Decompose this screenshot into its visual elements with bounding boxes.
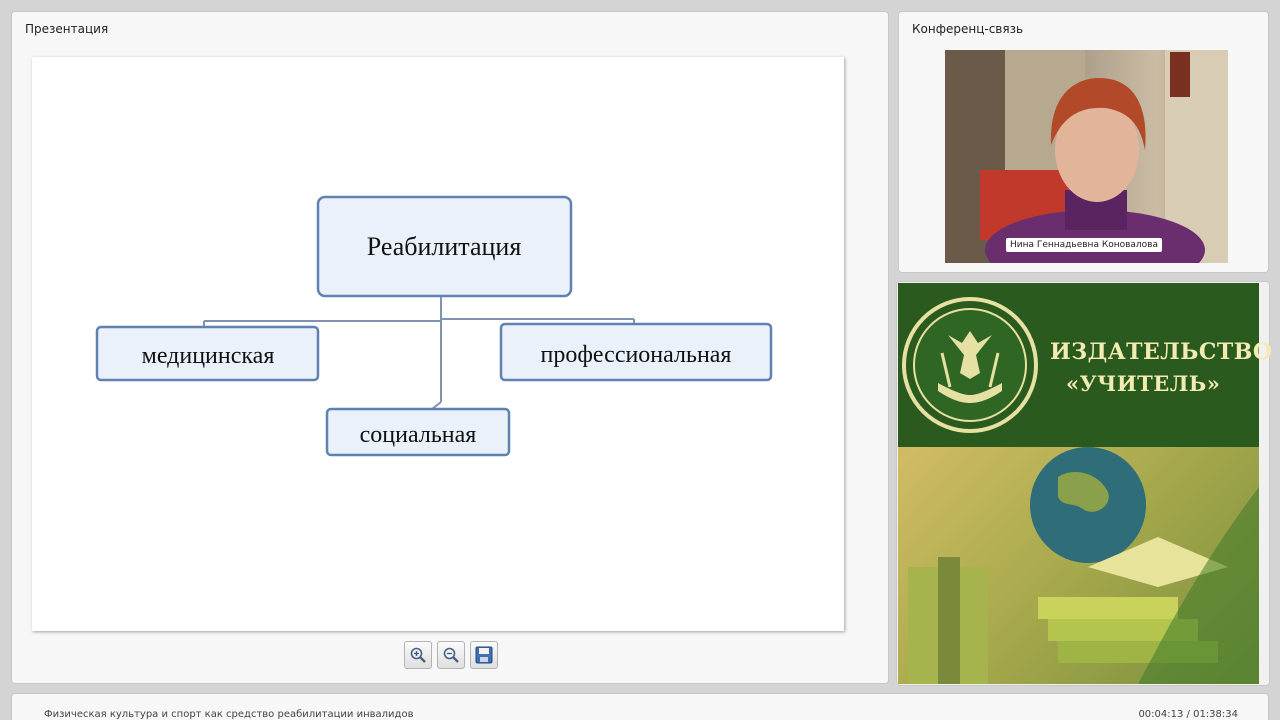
speaker-name-label: Нина Геннадьевна Коновалова: [1006, 238, 1162, 252]
publisher-banner-top: ИЗДАТЕЛЬСТВО «УЧИТЕЛЬ»: [898, 283, 1272, 447]
node-rehabilitation-label: Реабилитация: [367, 232, 522, 261]
zoom-out-button[interactable]: [437, 641, 465, 669]
publisher-name-line1: ИЗДАТЕЛЬСТВО: [1050, 339, 1273, 365]
footer-bar: Физическая культура и спорт как средство…: [11, 693, 1269, 720]
node-social-label: социальная: [360, 422, 477, 448]
node-professional: профессиональная: [499, 322, 773, 382]
rehab-diagram: Реабилитация медицинская профессиональна…: [95, 195, 773, 457]
course-title: Физическая культура и спорт как средство…: [44, 709, 414, 720]
playback-timecode: 00:04:13 / 01:38:34: [1138, 709, 1238, 720]
publisher-banner: ИЗДАТЕЛЬСТВО «УЧИТЕЛЬ»: [896, 281, 1272, 686]
zoom-out-icon: [443, 647, 459, 663]
node-rehabilitation: Реабилитация: [316, 195, 573, 298]
save-icon: [475, 646, 493, 664]
publisher-logo-icon: [902, 297, 1038, 433]
node-professional-label: профессиональная: [541, 342, 732, 368]
zoom-in-icon: [410, 647, 426, 663]
presentation-panel-title: Презентация: [25, 22, 109, 36]
speaker-video: Нина Геннадьевна Коновалова: [945, 50, 1228, 263]
zoom-in-button[interactable]: [404, 641, 432, 669]
publisher-banner-image: [898, 447, 1259, 684]
node-medical: медицинская: [95, 325, 320, 382]
conference-panel-title: Конференц-связь: [912, 22, 1024, 36]
node-social: социальная: [325, 407, 511, 457]
presentation-slide: Реабилитация медицинская профессиональна…: [32, 57, 844, 631]
conference-panel: Конференц-связь Нина Геннадьевна Коновал…: [898, 11, 1269, 273]
node-medical-label: медицинская: [142, 343, 275, 369]
books-globe-illustration: [898, 447, 1259, 684]
publisher-name-line2: «УЧИТЕЛЬ»: [1066, 371, 1221, 396]
speaker-video-frame: [945, 50, 1228, 263]
save-button[interactable]: [470, 641, 498, 669]
presentation-panel: Презентация Реабилитация медицинская про…: [11, 11, 889, 684]
